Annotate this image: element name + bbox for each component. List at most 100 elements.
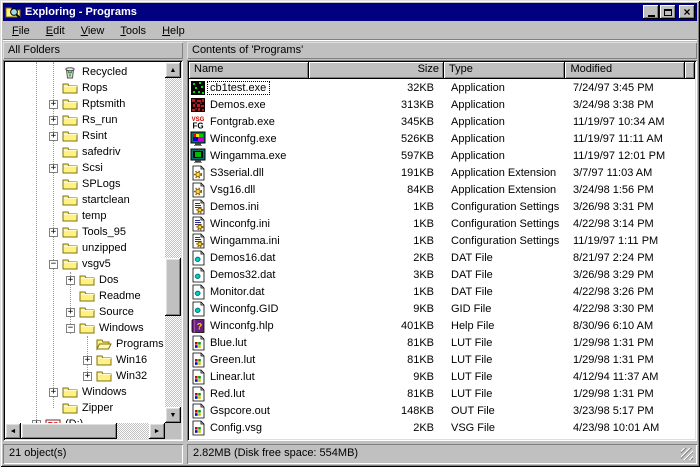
file-row-cb1test-exe[interactable]: cb1test.exe32KBApplication7/24/97 3:45 P…: [189, 79, 695, 96]
scrollbar-corner: [165, 423, 181, 439]
tree-item-tools-95[interactable]: +Tools_95: [5, 224, 165, 240]
folder-closed-icon: [62, 256, 78, 272]
maximize-button[interactable]: [660, 5, 676, 19]
menu-help[interactable]: Help: [154, 23, 193, 39]
file-modified: 11/19/97 12:01 PM: [567, 150, 695, 162]
column-header-type[interactable]: Type: [444, 62, 566, 79]
file-row-fontgrab-exe[interactable]: VSGFGFontgrab.exe345KBApplication11/19/9…: [189, 113, 695, 130]
tree-item-rops[interactable]: Rops: [5, 80, 165, 96]
file-row-monitor-dat[interactable]: Monitor.dat1KBDAT File4/22/98 3:26 PM: [189, 283, 695, 300]
dat-icon: [190, 250, 206, 266]
tree-item-d[interactable]: +RS(D:): [5, 416, 165, 423]
scroll-left-icon[interactable]: ◄: [5, 423, 21, 439]
file-name-cell: cb1test.exe: [189, 80, 309, 96]
file-row-wingamma-exe[interactable]: Wingamma.exe597KBApplication11/19/97 12:…: [189, 147, 695, 164]
file-row-demos-exe[interactable]: Demos.exe313KBApplication3/24/98 3:38 PM: [189, 96, 695, 113]
file-row-vsg16-dll[interactable]: Vsg16.dll84KBApplication Extension3/24/9…: [189, 181, 695, 198]
file-type: Application: [445, 116, 567, 128]
column-header-stub[interactable]: [685, 62, 695, 79]
file-size: 2KB: [309, 252, 445, 264]
expand-plus-icon[interactable]: +: [49, 228, 58, 237]
file-row-winconfg-gid[interactable]: Winconfg.GID9KBGID File4/22/98 3:30 PM: [189, 300, 695, 317]
column-header-size[interactable]: Size: [309, 62, 444, 79]
expand-plus-icon[interactable]: +: [83, 356, 92, 365]
expand-plus-icon[interactable]: +: [66, 308, 75, 317]
tree-item-recycled[interactable]: Recycled: [5, 64, 165, 80]
tree-item-dos[interactable]: +Dos: [5, 272, 165, 288]
expand-plus-icon[interactable]: +: [49, 116, 58, 125]
ini-icon: [190, 233, 206, 249]
menu-view[interactable]: View: [73, 23, 113, 39]
file-row-gspcore-out[interactable]: Gspcore.out148KBOUT File3/23/98 5:17 PM: [189, 402, 695, 419]
file-size: 191KB: [309, 167, 445, 179]
tree-item-rsint[interactable]: +Rsint: [5, 128, 165, 144]
file-row-winconfg-hlp[interactable]: ?Winconfg.hlp401KBHelp File8/30/96 6:10 …: [189, 317, 695, 334]
tree-item-unzipped[interactable]: unzipped: [5, 240, 165, 256]
tree-item-win16[interactable]: +Win16: [5, 352, 165, 368]
column-header-name[interactable]: Name: [189, 62, 309, 79]
file-size: 1KB: [309, 286, 445, 298]
file-row-red-lut[interactable]: Red.lut81KBLUT File1/29/98 1:31 PM: [189, 385, 695, 402]
tree-item-vsgv5[interactable]: −vsgv5: [5, 256, 165, 272]
file-name-cell: Monitor.dat: [189, 284, 309, 300]
expand-plus-icon[interactable]: +: [83, 372, 92, 381]
vertical-scroll-thumb[interactable]: [165, 258, 181, 316]
minimize-button[interactable]: [643, 5, 659, 19]
tree-item-rptsmith[interactable]: +Rptsmith: [5, 96, 165, 112]
expand-plus-icon[interactable]: +: [66, 276, 75, 285]
scroll-down-icon[interactable]: ▼: [165, 407, 181, 423]
vertical-scroll-track[interactable]: [165, 78, 181, 407]
file-row-config-vsg[interactable]: Config.vsg2KBVSG File4/23/98 10:01 AM: [189, 419, 695, 436]
expand-plus-icon[interactable]: +: [49, 132, 58, 141]
file-row-winconfg-exe[interactable]: Winconfg.exe526KBApplication11/19/97 11:…: [189, 130, 695, 147]
file-row-demos16-dat[interactable]: Demos16.dat2KBDAT File8/21/97 2:24 PM: [189, 249, 695, 266]
horizontal-scroll-track[interactable]: [21, 423, 149, 439]
tree-item-safedriv[interactable]: safedriv: [5, 144, 165, 160]
expand-plus-icon[interactable]: +: [49, 388, 58, 397]
file-row-wingamma-ini[interactable]: Wingamma.ini1KBConfiguration Settings11/…: [189, 232, 695, 249]
tree-item-label: Scsi: [82, 162, 103, 174]
horizontal-scroll-thumb[interactable]: [21, 423, 117, 439]
tree-vertical-scrollbar[interactable]: ▲ ▼: [165, 62, 181, 423]
tree-item-zipper[interactable]: Zipper: [5, 400, 165, 416]
tree-item-startclean[interactable]: startclean: [5, 192, 165, 208]
collapse-minus-icon[interactable]: −: [66, 324, 75, 333]
file-type: VSG File: [445, 422, 567, 434]
scroll-up-icon[interactable]: ▲: [165, 62, 181, 78]
expand-plus-icon[interactable]: +: [49, 164, 58, 173]
file-row-blue-lut[interactable]: Blue.lut81KBLUT File1/29/98 1:31 PM: [189, 334, 695, 351]
file-row-winconfg-ini[interactable]: Winconfg.ini1KBConfiguration Settings4/2…: [189, 215, 695, 232]
column-header-modified[interactable]: Modified: [565, 62, 685, 79]
resize-grip[interactable]: [681, 448, 693, 460]
expand-plus-icon[interactable]: +: [49, 100, 58, 109]
tree-item-scsi[interactable]: + Scsi: [5, 160, 165, 176]
file-size: 81KB: [309, 354, 445, 366]
tree-item-temp[interactable]: temp: [5, 208, 165, 224]
file-name: Wingamma.ini: [208, 235, 283, 247]
close-button[interactable]: ×: [679, 5, 695, 19]
tree-item-source[interactable]: +Source: [5, 304, 165, 320]
tree-item-programs[interactable]: Programs: [5, 336, 165, 352]
titlebar[interactable]: Exploring - Programs ×: [3, 3, 697, 21]
file-row-s3serial-dll[interactable]: S3serial.dll191KBApplication Extension3/…: [189, 164, 695, 181]
file-modified: 3/24/98 1:56 PM: [567, 184, 695, 196]
tree-item-splogs[interactable]: SPLogs: [5, 176, 165, 192]
file-row-green-lut[interactable]: Green.lut81KBLUT File1/29/98 1:31 PM: [189, 351, 695, 368]
tree-item-win32[interactable]: +Win32: [5, 368, 165, 384]
tree-horizontal-scrollbar[interactable]: ◄ ►: [5, 423, 165, 439]
tree-item-rs-run[interactable]: +Rs_run: [5, 112, 165, 128]
menu-edit[interactable]: Edit: [38, 23, 73, 39]
menu-tools[interactable]: Tools: [112, 23, 154, 39]
collapse-minus-icon[interactable]: −: [49, 260, 58, 269]
menu-file[interactable]: File: [4, 23, 38, 39]
scroll-right-icon[interactable]: ►: [149, 423, 165, 439]
tree-item-windows[interactable]: −Windows: [5, 320, 165, 336]
hlp-icon: ?: [190, 318, 206, 334]
tree-item-readme[interactable]: Readme: [5, 288, 165, 304]
file-row-demos32-dat[interactable]: Demos32.dat3KBDAT File3/26/98 3:29 PM: [189, 266, 695, 283]
file-name-cell: Blue.lut: [189, 335, 309, 351]
file-row-linear-lut[interactable]: Linear.lut9KBLUT File4/12/94 11:37 AM: [189, 368, 695, 385]
recycle-bin-icon: [62, 64, 78, 80]
tree-item-windows[interactable]: +Windows: [5, 384, 165, 400]
file-row-demos-ini[interactable]: Demos.ini1KBConfiguration Settings3/26/9…: [189, 198, 695, 215]
